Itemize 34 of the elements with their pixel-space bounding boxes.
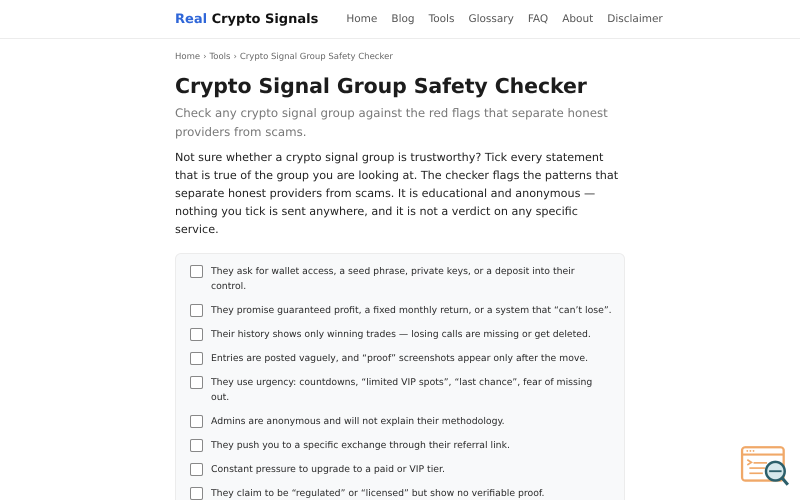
- checklist-label: Entries are posted vaguely, and “proof” screenshots appear only after the move.: [211, 352, 588, 366]
- checklist-label: They ask for wallet access, a seed phrase, private keys, or a deposit into their control.: [211, 265, 576, 294]
- checkbox[interactable]: [190, 352, 203, 365]
- intro-paragraph: Not sure whether a crypto signal group is trustworthy? Tick every statement that is true of the group you are looking at. The checker flags the patterns that separate honest providers from scams. It is educational and anonymous — nothing you tick is sent anywhere, and it is not a verdict on any specific service.: [175, 150, 620, 238]
- checklist-label: Admins are anonymous and will not explain their methodology.: [211, 415, 505, 429]
- checklist-label: Constant pressure to upgrade to a paid or VIP tier.: [211, 463, 445, 477]
- breadcrumb-separator: ›: [233, 52, 237, 62]
- nav-link[interactable]: Glossary: [468, 13, 514, 25]
- checkbox[interactable]: [190, 265, 203, 278]
- checkbox[interactable]: [190, 415, 203, 428]
- nav-link[interactable]: Blog: [391, 13, 415, 25]
- checkbox[interactable]: [190, 304, 203, 317]
- checkbox[interactable]: [190, 487, 203, 500]
- page-subtitle: Check any crypto signal group against the red flags that separate honest providers from scams.: [175, 105, 609, 141]
- breadcrumb-separator: ›: [203, 52, 207, 62]
- nav-link[interactable]: FAQ: [528, 13, 548, 25]
- checkbox[interactable]: [190, 328, 203, 341]
- checkbox[interactable]: [190, 463, 203, 476]
- checklist-label: They claim to be “regulated” or “licensed” but show no verifiable proof.: [211, 487, 544, 500]
- checkbox[interactable]: [190, 376, 203, 389]
- nav-link[interactable]: About: [562, 13, 594, 25]
- page-title: Crypto Signal Group Safety Checker: [175, 74, 588, 98]
- checkbox[interactable]: [190, 439, 203, 452]
- breadcrumb-link[interactable]: Home: [175, 52, 200, 62]
- checklist-label: They use urgency: countdowns, “limited VIP spots”, “last chance”, fear of missing out.: [211, 376, 594, 405]
- breadcrumb-current: Crypto Signal Group Safety Checker: [240, 52, 393, 62]
- nav-link[interactable]: Disclaimer: [607, 13, 663, 25]
- checklist-label: They promise guaranteed profit, a fixed monthly return, or a system that “can’t lose”.: [211, 304, 612, 318]
- checklist-label: Their history shows only winning trades — losing calls are missing or get deleted.: [211, 328, 591, 342]
- breadcrumb-link[interactable]: Tools: [210, 52, 230, 62]
- checklist-label: They push you to a specific exchange through their referral link.: [211, 439, 510, 453]
- nav-link[interactable]: Home: [346, 13, 378, 25]
- nav-link[interactable]: Tools: [428, 13, 454, 25]
- site-logo[interactable]: Real Crypto Signals: [175, 12, 318, 26]
